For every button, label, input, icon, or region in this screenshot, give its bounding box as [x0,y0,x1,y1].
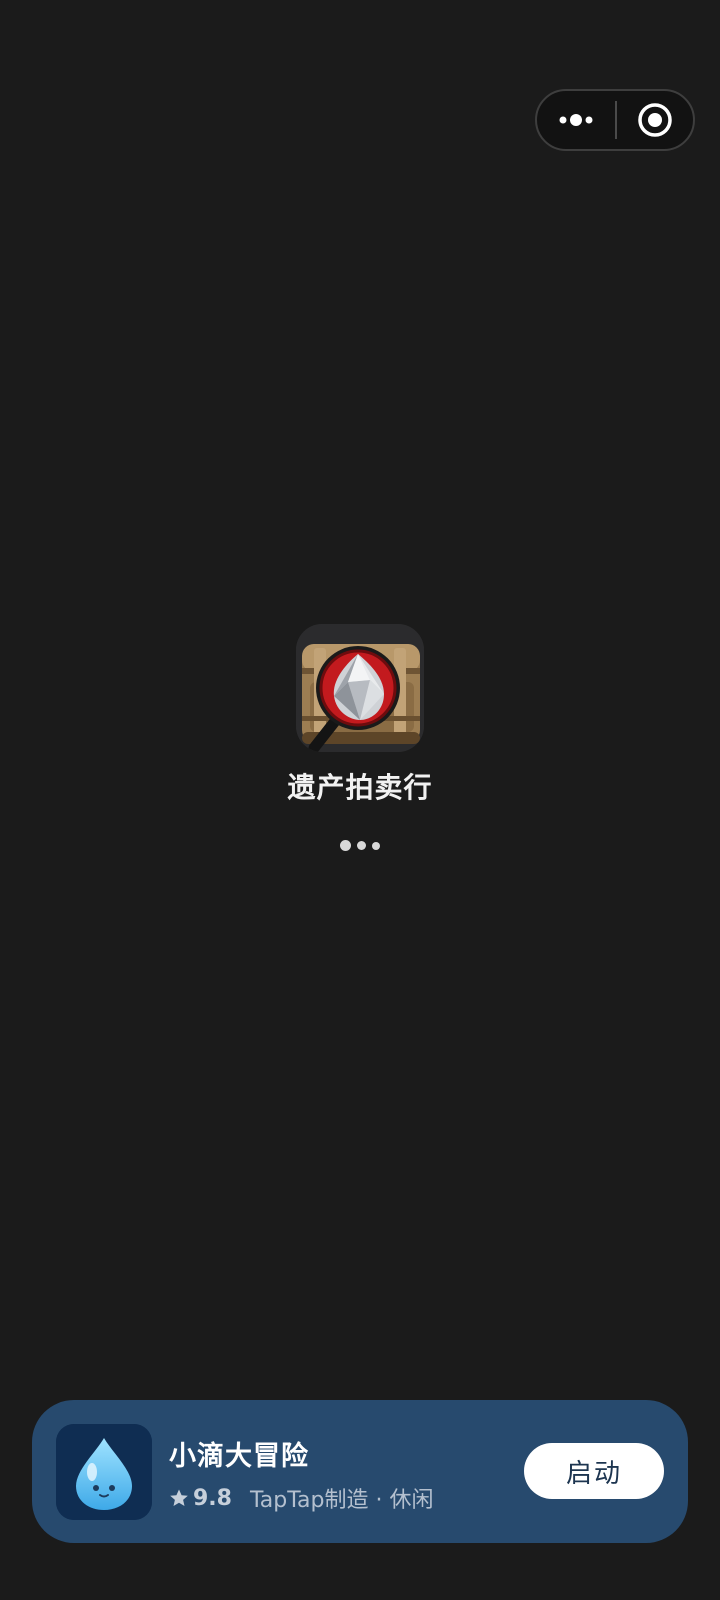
app-icon [296,624,424,752]
capsule-menu [535,89,695,151]
launch-button[interactable]: 启动 [524,1443,664,1499]
promo-card[interactable]: 小滴大冒险 9.8 TapTap制造 · 休闲 启动 [32,1400,688,1543]
more-button[interactable] [537,91,615,149]
treasure-case-magnifier-icon [296,624,424,752]
promo-meta: 9.8 TapTap制造 · 休闲 [169,1482,433,1514]
target-close-icon [638,103,672,137]
loading-dot [340,840,351,851]
loading-dot [372,841,380,850]
more-dots-icon [559,114,593,126]
promo-app-icon [56,1424,152,1520]
promo-rating: 9.8 [193,1485,232,1511]
star-icon [170,1489,188,1506]
loading-dot [357,841,366,850]
close-button[interactable] [617,91,693,149]
loading-screen: 遗产拍卖行 小滴大冒险 9.8 TapTap制造 · 休闲 启动 [0,0,720,1600]
app-name: 遗产拍卖行 [287,771,433,804]
promo-title: 小滴大冒险 [169,1441,309,1472]
water-drop-icon [56,1424,152,1520]
loading-indicator [0,840,720,851]
promo-meta-text: TapTap制造 · 休闲 [249,1488,434,1513]
